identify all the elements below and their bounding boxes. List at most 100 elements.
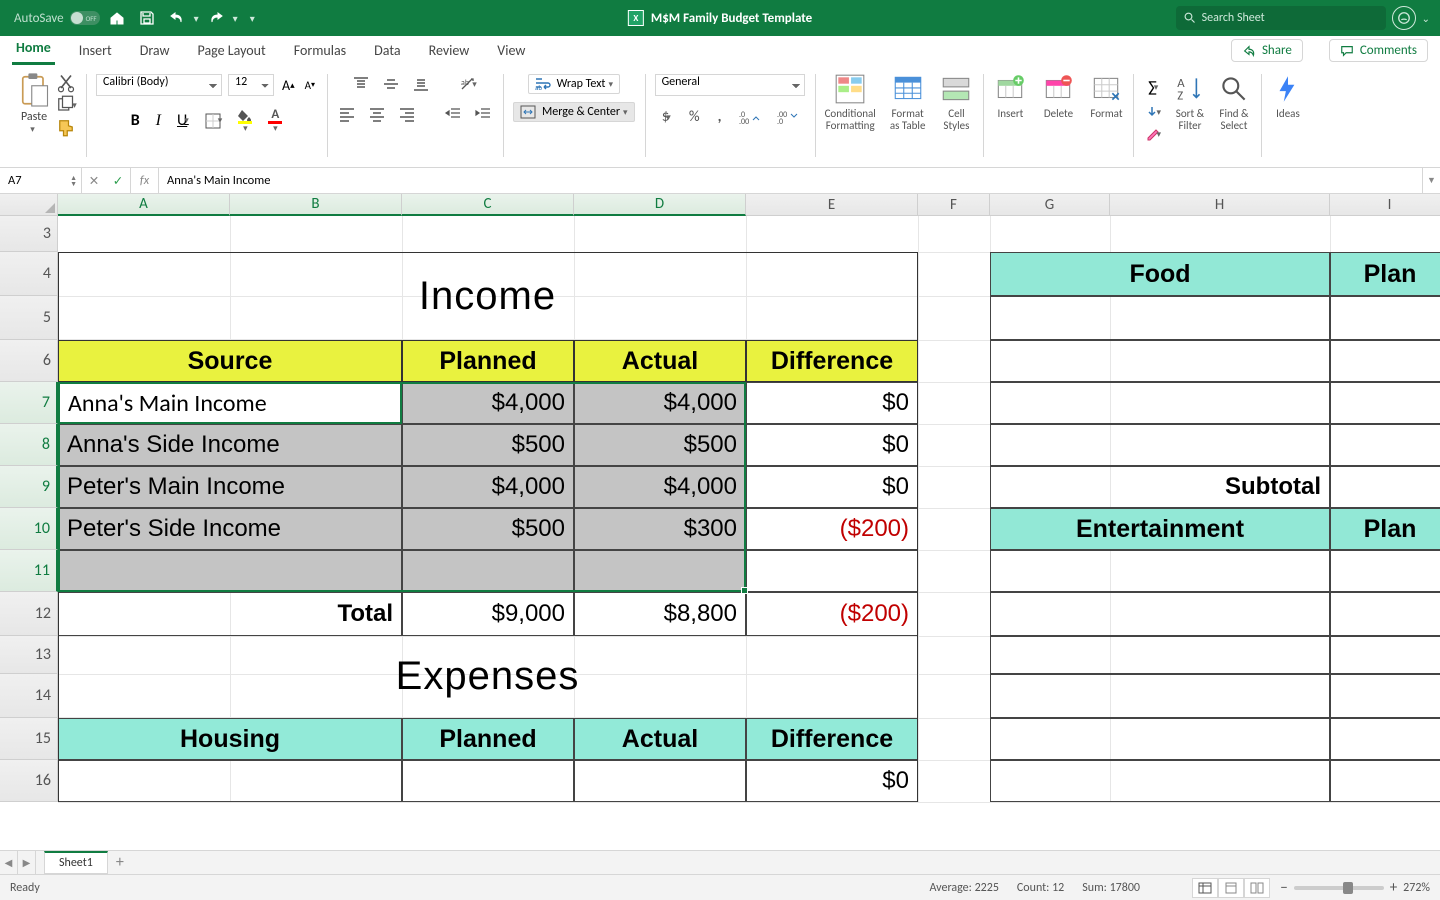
align-right-icon[interactable] <box>397 104 417 124</box>
side-header-entertainment[interactable]: Entertainment <box>990 508 1330 550</box>
decrease-indent-icon[interactable] <box>443 104 463 124</box>
select-all-corner[interactable] <box>0 194 58 216</box>
decrease-font-icon[interactable]: A▾ <box>303 77 317 94</box>
income-total-diff[interactable]: ($200) <box>746 592 918 636</box>
align-top-icon[interactable] <box>351 74 371 94</box>
find-select-button[interactable]: Find & Select <box>1217 72 1251 143</box>
side-ent-plan-14[interactable] <box>1330 674 1440 718</box>
income-planned-2[interactable]: $4,000 <box>402 466 574 508</box>
header-difference[interactable]: Difference <box>746 340 918 382</box>
add-sheet-button[interactable]: + <box>108 851 132 874</box>
row-header-13[interactable]: 13 <box>0 636 58 674</box>
conditional-formatting-button[interactable]: Conditional Formatting <box>825 72 876 131</box>
col-header-D[interactable]: D <box>574 194 746 216</box>
redo-chevron[interactable]: ▾ <box>233 12 238 25</box>
income-blank-d[interactable] <box>746 550 918 592</box>
tab-data[interactable]: Data <box>370 38 404 65</box>
undo-chevron[interactable]: ▾ <box>194 12 199 25</box>
font-size-select[interactable]: 12 <box>228 74 274 96</box>
cell-styles-button[interactable]: Cell Styles <box>939 72 973 131</box>
side-ent-plan-15[interactable] <box>1330 718 1440 760</box>
side-ent-plan-16[interactable] <box>1330 760 1440 802</box>
tab-review[interactable]: Review <box>425 38 474 65</box>
header-exp-actual[interactable]: Actual <box>574 718 746 760</box>
fx-icon[interactable]: fx <box>131 168 159 193</box>
zoom-slider[interactable] <box>1294 886 1384 890</box>
font-color-button[interactable]: A▾ <box>266 106 284 135</box>
zoom-out-button[interactable]: − <box>1280 879 1287 897</box>
side-food-row-8[interactable] <box>990 424 1330 466</box>
income-total-actual[interactable]: $8,800 <box>574 592 746 636</box>
row-header-15[interactable]: 15 <box>0 718 58 760</box>
row-header-5[interactable]: 5 <box>0 296 58 340</box>
tab-insert[interactable]: Insert <box>75 38 116 65</box>
col-header-B[interactable]: B <box>230 194 402 216</box>
sheet-nav-next-icon[interactable]: ▶ <box>18 851 36 874</box>
row-header-8[interactable]: 8 <box>0 424 58 466</box>
format-cells-button[interactable]: Format <box>1089 72 1123 120</box>
tab-formulas[interactable]: Formulas <box>290 38 350 65</box>
formula-expand-icon[interactable]: ▼ <box>1422 168 1440 193</box>
row-header-10[interactable]: 10 <box>0 508 58 550</box>
spreadsheet-grid[interactable]: ABCDEFGHI 345678910111213141516 IncomeSo… <box>0 194 1440 821</box>
col-header-G[interactable]: G <box>990 194 1110 216</box>
side-ent-plan-13[interactable] <box>1330 636 1440 674</box>
view-page-layout-icon[interactable] <box>1218 878 1244 898</box>
autosum-icon[interactable]: ∑▾ <box>1143 76 1163 99</box>
header-source[interactable]: Source <box>58 340 402 382</box>
income-diff-2[interactable]: $0 <box>746 466 918 508</box>
name-box[interactable]: A7 ▲▼ <box>0 168 82 193</box>
row-header-16[interactable]: 16 <box>0 760 58 802</box>
clear-icon[interactable]: ▾ <box>1143 125 1163 143</box>
sheet-tab[interactable]: Sheet1 <box>44 851 108 874</box>
wrap-text-button[interactable]: ab Wrap Text▾ <box>528 74 620 94</box>
exp-row1-p[interactable] <box>402 760 574 802</box>
align-left-icon[interactable] <box>337 104 357 124</box>
side-ent-row-11[interactable] <box>990 550 1330 592</box>
side-ent-row-13[interactable] <box>990 636 1330 674</box>
income-actual-2[interactable]: $4,000 <box>574 466 746 508</box>
paste-button[interactable]: Paste ▾ <box>16 70 52 135</box>
undo-icon[interactable] <box>166 7 188 29</box>
delete-cells-button[interactable]: Delete <box>1041 72 1075 120</box>
income-total-planned[interactable]: $9,000 <box>402 592 574 636</box>
side-food-plan-8[interactable] <box>1330 424 1440 466</box>
cancel-formula-icon[interactable]: ✕ <box>82 173 106 189</box>
income-planned-0[interactable]: $4,000 <box>402 382 574 424</box>
save-icon[interactable] <box>136 7 158 29</box>
header-actual[interactable]: Actual <box>574 340 746 382</box>
income-src-3[interactable]: Peter's Side Income <box>58 508 402 550</box>
col-header-E[interactable]: E <box>746 194 918 216</box>
orientation-icon[interactable]: ab▾ <box>457 74 479 94</box>
view-page-break-icon[interactable] <box>1244 878 1270 898</box>
header-planned[interactable]: Planned <box>402 340 574 382</box>
home-icon[interactable] <box>106 7 128 29</box>
percent-icon[interactable]: % <box>687 106 702 128</box>
col-header-A[interactable]: A <box>58 194 230 216</box>
col-header-C[interactable]: C <box>402 194 574 216</box>
row-header-3[interactable]: 3 <box>0 216 58 252</box>
sort-filter-button[interactable]: AZSort & Filter <box>1173 72 1207 143</box>
col-header-H[interactable]: H <box>1110 194 1330 216</box>
income-diff-3[interactable]: ($200) <box>746 508 918 550</box>
income-blank-p[interactable] <box>402 550 574 592</box>
insert-cells-button[interactable]: Insert <box>993 72 1027 120</box>
side-food-row-6[interactable] <box>990 340 1330 382</box>
income-blank-a[interactable] <box>574 550 746 592</box>
side-header-plan2[interactable]: Plan <box>1330 508 1440 550</box>
row-header-9[interactable]: 9 <box>0 466 58 508</box>
cut-icon[interactable] <box>56 74 76 92</box>
search-box[interactable]: Search Sheet <box>1176 6 1386 30</box>
ideas-button[interactable]: Ideas <box>1271 72 1305 120</box>
side-subtotal-val[interactable] <box>1330 466 1440 508</box>
side-food-plan-6[interactable] <box>1330 340 1440 382</box>
side-subtotal[interactable]: Subtotal <box>990 466 1330 508</box>
side-ent-plan-11[interactable] <box>1330 550 1440 592</box>
redo-icon[interactable] <box>205 7 227 29</box>
formula-input[interactable]: Anna's Main Income <box>159 168 1422 193</box>
underline-button[interactable]: U▾ <box>175 109 191 132</box>
tab-page-layout[interactable]: Page Layout <box>194 38 270 65</box>
row-header-4[interactable]: 4 <box>0 252 58 296</box>
side-ent-row-15[interactable] <box>990 718 1330 760</box>
increase-font-icon[interactable]: A▴ <box>280 75 297 96</box>
